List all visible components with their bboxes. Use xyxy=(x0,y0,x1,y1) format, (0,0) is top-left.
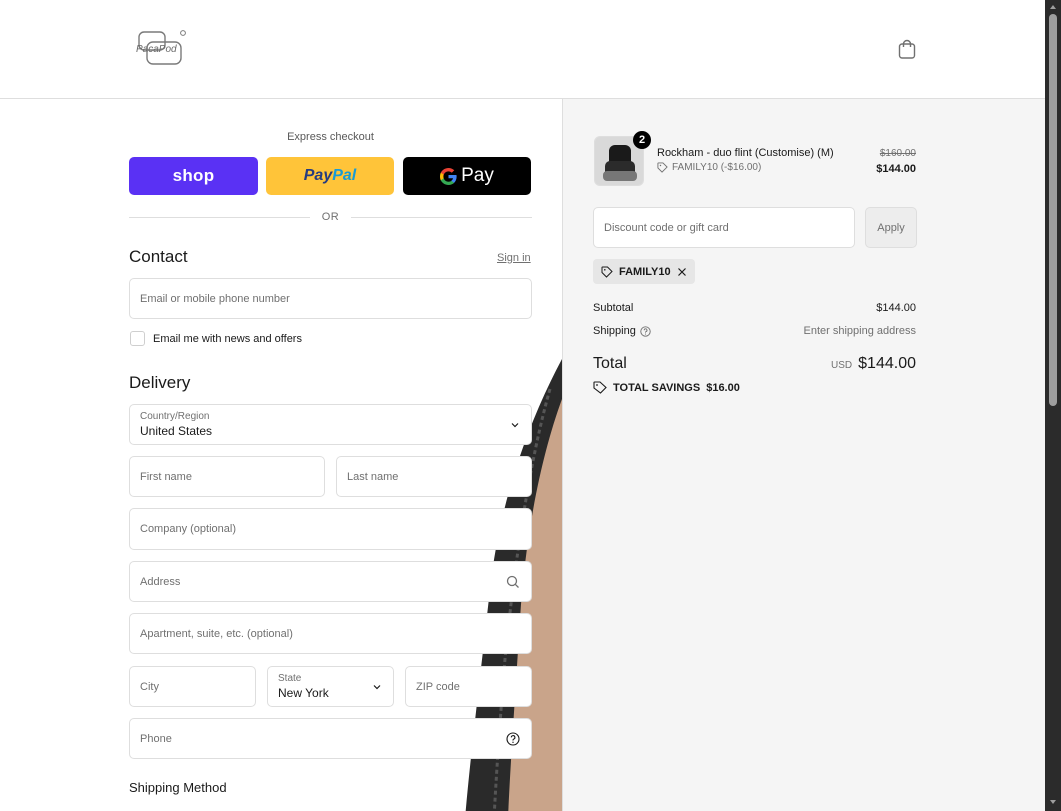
product-discount: FAMILY10 (-$16.00) xyxy=(657,162,761,173)
or-label: OR xyxy=(321,211,340,223)
phone-placeholder: Phone xyxy=(140,732,172,745)
total-value: USD $144.00 xyxy=(831,355,916,373)
express-checkout-title: Express checkout xyxy=(287,131,374,143)
scrollbar-thumb[interactable] xyxy=(1049,14,1057,406)
address-placeholder: Address xyxy=(140,575,181,588)
apartment-placeholder: Apartment, suite, etc. (optional) xyxy=(140,627,293,640)
email-field[interactable]: Email or mobile phone number xyxy=(129,278,532,319)
country-label: Country/Region xyxy=(140,411,210,422)
newsletter-row: Email me with news and offers xyxy=(130,331,302,346)
tag-icon xyxy=(657,162,668,173)
applied-code-label: FAMILY10 xyxy=(619,265,671,278)
total-currency: USD xyxy=(831,360,853,371)
chevron-down-icon xyxy=(511,422,519,427)
google-g-icon xyxy=(440,167,457,185)
order-summary-panel xyxy=(562,99,1045,811)
chevron-down-icon xyxy=(373,684,381,689)
sign-in-link[interactable]: Sign in xyxy=(497,252,531,264)
country-select[interactable]: Country/Region United States xyxy=(129,404,532,445)
help-circle-icon[interactable] xyxy=(506,731,520,746)
delivery-heading: Delivery xyxy=(129,373,191,392)
shipping-label: Shipping xyxy=(593,325,636,337)
close-icon xyxy=(677,267,686,276)
quantity-badge: 2 xyxy=(633,131,651,149)
newsletter-checkbox[interactable] xyxy=(130,331,145,346)
company-field[interactable]: Company (optional) xyxy=(129,508,532,550)
shopping-bag-icon[interactable] xyxy=(897,38,917,60)
state-value: New York xyxy=(278,686,329,700)
original-price: $160.00 xyxy=(879,148,916,159)
svg-text:PacaPod: PacaPod xyxy=(136,44,177,55)
search-icon xyxy=(506,575,519,588)
shop-pay-label: shop xyxy=(172,166,215,185)
paypal-button[interactable]: PayPal xyxy=(266,157,394,195)
discount-code-input[interactable]: Discount code or gift card xyxy=(593,207,855,248)
subtotal-label: Subtotal xyxy=(593,302,634,314)
first-name-placeholder: First name xyxy=(140,470,192,483)
savings-label: TOTAL SAVINGS xyxy=(613,381,701,394)
newsletter-label: Email me with news and offers xyxy=(153,332,302,345)
total-savings: TOTAL SAVINGS $16.00 xyxy=(593,381,740,394)
city-placeholder: City xyxy=(140,680,159,693)
address-field[interactable]: Address xyxy=(129,561,532,602)
paypal-label: PayPal xyxy=(303,167,357,184)
google-pay-button[interactable]: Pay xyxy=(403,157,531,195)
pacapod-logo[interactable]: PacaPod xyxy=(133,28,189,68)
shipping-method-heading: Shipping Method xyxy=(129,780,227,795)
first-name-field[interactable]: First name xyxy=(129,456,325,497)
total-amount: $144.00 xyxy=(858,355,916,372)
remove-code-button[interactable] xyxy=(677,267,687,277)
savings-value: $16.00 xyxy=(706,381,740,394)
phone-field[interactable]: Phone xyxy=(129,718,532,759)
help-circle-icon[interactable] xyxy=(640,325,651,337)
state-select[interactable]: State New York xyxy=(267,666,394,707)
savings-tag-icon xyxy=(593,381,607,394)
city-field[interactable]: City xyxy=(129,666,256,707)
zip-field[interactable]: ZIP code xyxy=(405,666,532,707)
zip-placeholder: ZIP code xyxy=(416,680,460,693)
contact-heading: Contact xyxy=(129,247,188,266)
email-placeholder: Email or mobile phone number xyxy=(140,292,290,305)
apartment-field[interactable]: Apartment, suite, etc. (optional) xyxy=(129,613,532,654)
last-name-field[interactable]: Last name xyxy=(336,456,532,497)
page-scrollbar[interactable] xyxy=(1045,0,1061,811)
scroll-up-arrow-icon[interactable] xyxy=(1049,3,1057,11)
subtotal-value: $144.00 xyxy=(876,302,916,314)
product-title: Rockham - duo flint (Customise) (M) xyxy=(657,147,834,159)
company-placeholder: Company (optional) xyxy=(140,523,236,535)
scroll-down-arrow-icon[interactable] xyxy=(1049,798,1057,806)
site-header: PacaPod xyxy=(0,0,1045,99)
discounted-price: $144.00 xyxy=(876,163,916,175)
shop-pay-button[interactable]: shop xyxy=(129,157,258,195)
state-label: State xyxy=(278,673,302,684)
or-divider: OR xyxy=(129,210,532,224)
last-name-placeholder: Last name xyxy=(347,470,399,483)
total-label: Total xyxy=(593,355,627,372)
discount-placeholder: Discount code or gift card xyxy=(604,221,729,234)
apply-discount-button[interactable]: Apply xyxy=(865,207,917,248)
tag-icon xyxy=(601,266,613,278)
applied-code-chip: FAMILY10 xyxy=(593,259,695,284)
shipping-value: Enter shipping address xyxy=(803,325,916,337)
google-pay-label: Pay xyxy=(440,165,494,187)
shipping-row: Shipping xyxy=(593,325,651,337)
country-value: United States xyxy=(140,424,213,438)
